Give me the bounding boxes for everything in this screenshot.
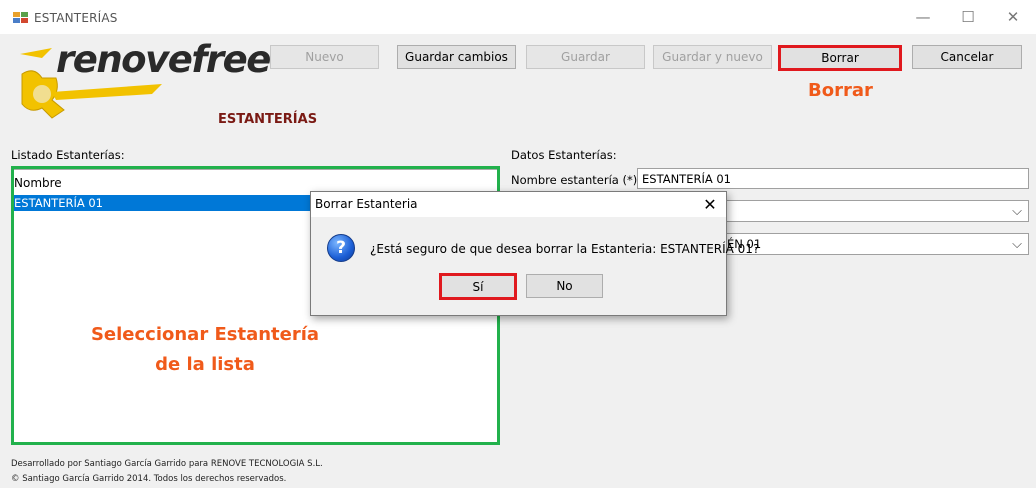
- cancelar-button[interactable]: Cancelar: [912, 45, 1022, 69]
- combo-1[interactable]: ⌵: [716, 200, 1029, 222]
- confirm-dialog: Borrar Estanteria ✕ ? ¿Está seguro de qu…: [310, 191, 759, 316]
- nombre-input[interactable]: ESTANTERÍA 01: [637, 168, 1029, 189]
- dialog-message: ¿Está seguro de que desea borrar la Esta…: [370, 242, 760, 256]
- maximize-button[interactable]: ☐: [948, 0, 988, 34]
- annotation-line-1: Seleccionar Estantería: [90, 324, 320, 345]
- dialog-close-icon[interactable]: ✕: [697, 194, 723, 214]
- minimize-button[interactable]: —: [903, 0, 943, 34]
- guardar-button[interactable]: Guardar: [526, 45, 645, 69]
- no-button[interactable]: No: [526, 274, 603, 298]
- chevron-down-icon: ⌵: [1012, 204, 1022, 219]
- form-label: Datos Estanterías:: [511, 148, 617, 162]
- combo-2[interactable]: ÉN 01 ⌵: [716, 233, 1029, 255]
- close-window-button[interactable]: ✕: [993, 0, 1033, 34]
- footer-line-2: © Santiago García Garrido 2014. Todos lo…: [11, 474, 287, 484]
- guardar-y-nuevo-button[interactable]: Guardar y nuevo: [653, 45, 772, 69]
- annotation-line-2: de la lista: [155, 354, 255, 375]
- guardar-cambios-button[interactable]: Guardar cambios: [397, 45, 516, 69]
- nombre-label: Nombre estantería (*):: [511, 173, 642, 187]
- nombre-value: ESTANTERÍA 01: [642, 172, 731, 186]
- footer-line-1: Desarrollado por Santiago García Garrido…: [11, 459, 323, 469]
- nuevo-button[interactable]: Nuevo: [270, 45, 379, 69]
- window-title: ESTANTERÍAS: [34, 11, 118, 25]
- borrar-button[interactable]: Borrar: [778, 45, 902, 71]
- annotation-select-list: Seleccionar Estantería de la lista: [60, 320, 350, 380]
- annotation-borrar: Borrar: [808, 80, 873, 101]
- yes-button[interactable]: Sí: [439, 273, 517, 300]
- window-titlebar: [0, 0, 1036, 34]
- question-icon: ?: [327, 234, 355, 262]
- logo-text: renovefree: [56, 38, 271, 81]
- dialog-title: Borrar Estanteria: [315, 197, 418, 211]
- chevron-down-icon: ⌵: [1012, 237, 1022, 252]
- page-title: ESTANTERÍAS: [218, 112, 318, 127]
- app-icon: [13, 12, 28, 23]
- list-label: Listado Estanterías:: [11, 148, 125, 162]
